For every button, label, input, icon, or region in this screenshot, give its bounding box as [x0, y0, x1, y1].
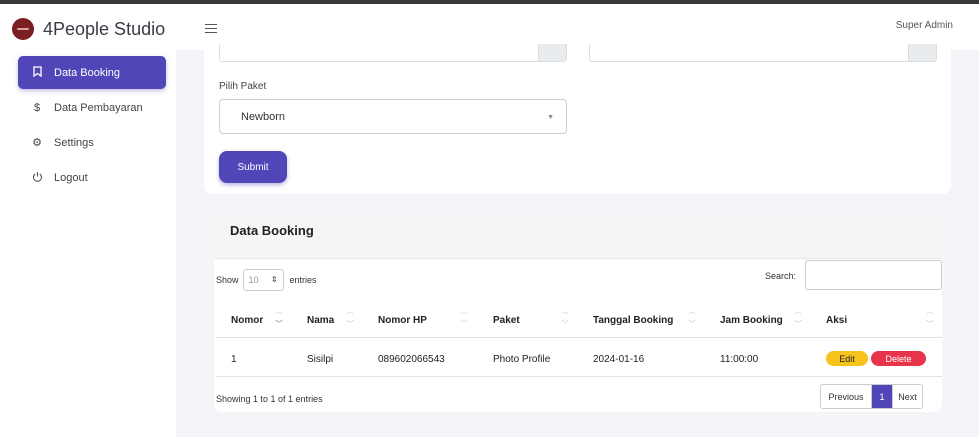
card-header: Data Booking	[214, 214, 942, 259]
card-title: Data Booking	[230, 223, 314, 238]
column-header-nomor[interactable]: Nomor	[231, 315, 263, 326]
power-icon	[30, 171, 44, 185]
table-info: Showing 1 to 1 of 1 entries	[216, 394, 323, 404]
column-header-aksi[interactable]: Aksi	[826, 315, 847, 326]
sort-icon: ︿ ﹀	[561, 308, 569, 328]
divider	[216, 337, 942, 338]
bookmark-icon	[30, 65, 44, 80]
menu-toggle-icon[interactable]	[205, 24, 217, 33]
sidebar-item-logout[interactable]: Logout	[18, 161, 166, 194]
table-cell: 2024-01-16	[593, 354, 645, 365]
sidebar-item-settings[interactable]: ⚙ Settings	[18, 126, 166, 159]
data-booking-card: Data Booking Show 10 ⇕ entries Search: N…	[214, 214, 942, 412]
edit-button[interactable]: Edit	[826, 351, 868, 366]
time-picker-button[interactable]	[908, 44, 936, 61]
pagination-page-1[interactable]: 1	[872, 385, 892, 408]
brand-logo	[12, 18, 34, 40]
sort-arrows-icon: ⇕	[270, 275, 278, 284]
table-cell: 11:00:00	[720, 354, 759, 365]
sort-icon: ︿ ﹀	[688, 308, 696, 328]
entries-length: Show 10 ⇕ entries	[216, 269, 317, 291]
date-picker-button[interactable]	[538, 44, 566, 61]
sidebar-item-label: Data Pembayaran	[54, 101, 143, 114]
sidebar-item-data-pembayaran[interactable]: $ Data Pembayaran	[18, 91, 166, 124]
user-menu[interactable]: Super Admin	[896, 20, 953, 31]
sort-icon: ︿ ﹀	[275, 308, 283, 328]
sidebar-item-data-booking[interactable]: Data Booking	[18, 56, 166, 89]
column-header-tanggal-booking[interactable]: Tanggal Booking	[593, 315, 673, 326]
sidebar-item-label: Settings	[54, 136, 94, 149]
entries-select[interactable]: 10 ⇕	[242, 269, 284, 291]
sort-icon: ︿ ﹀	[794, 308, 802, 328]
table-cell: Photo Profile	[493, 354, 551, 365]
brand[interactable]: 4People Studio	[12, 18, 165, 40]
divider	[216, 376, 942, 377]
show-label: Show	[216, 275, 239, 285]
sort-icon: ︿ ﹀	[926, 308, 934, 328]
sort-icon: ︿ ﹀	[460, 308, 468, 328]
column-header-jam-booking[interactable]: Jam Booking	[720, 315, 783, 326]
entries-label: entries	[289, 275, 317, 285]
pagination: Previous 1 Next	[820, 384, 923, 409]
date-input[interactable]	[219, 44, 567, 62]
submit-button[interactable]: Submit	[219, 151, 287, 183]
paket-label: Pilih Paket	[219, 81, 267, 92]
time-input[interactable]	[589, 44, 937, 62]
search-label: Search:	[765, 271, 797, 281]
column-header-nomor-hp[interactable]: Nomor HP	[378, 315, 427, 326]
app-title: 4People Studio	[43, 18, 166, 39]
column-header-nama[interactable]: Nama	[307, 315, 334, 326]
pagination-previous[interactable]: Previous	[821, 385, 872, 408]
gear-icon: ⚙	[32, 137, 42, 149]
search-input[interactable]	[805, 260, 942, 290]
booking-form-card: Pilih Paket Newborn ▼ Submit	[204, 44, 951, 194]
paket-selected-value: Newborn	[241, 110, 286, 123]
sidebar-item-label: Logout	[54, 171, 88, 184]
table-cell: 1	[231, 354, 237, 365]
sidebar-item-label: Data Booking	[54, 66, 121, 79]
entries-value: 10	[248, 275, 259, 285]
column-header-paket[interactable]: Paket	[493, 315, 520, 326]
dollar-icon: $	[33, 101, 41, 114]
table-cell: 089602066543	[378, 354, 445, 365]
sidebar: 4People Studio Data Booking $ Data Pemba…	[0, 4, 176, 437]
delete-button[interactable]: Delete	[871, 351, 926, 366]
chevron-down-icon: ▼	[547, 114, 554, 121]
sort-icon: ︿ ﹀	[346, 308, 354, 328]
table-cell: Sisilpi	[307, 354, 334, 365]
paket-select[interactable]: Newborn ▼	[219, 99, 567, 134]
sidebar-nav: Data Booking $ Data Pembayaran ⚙ Setting…	[18, 56, 166, 196]
pagination-next[interactable]: Next	[892, 385, 922, 408]
